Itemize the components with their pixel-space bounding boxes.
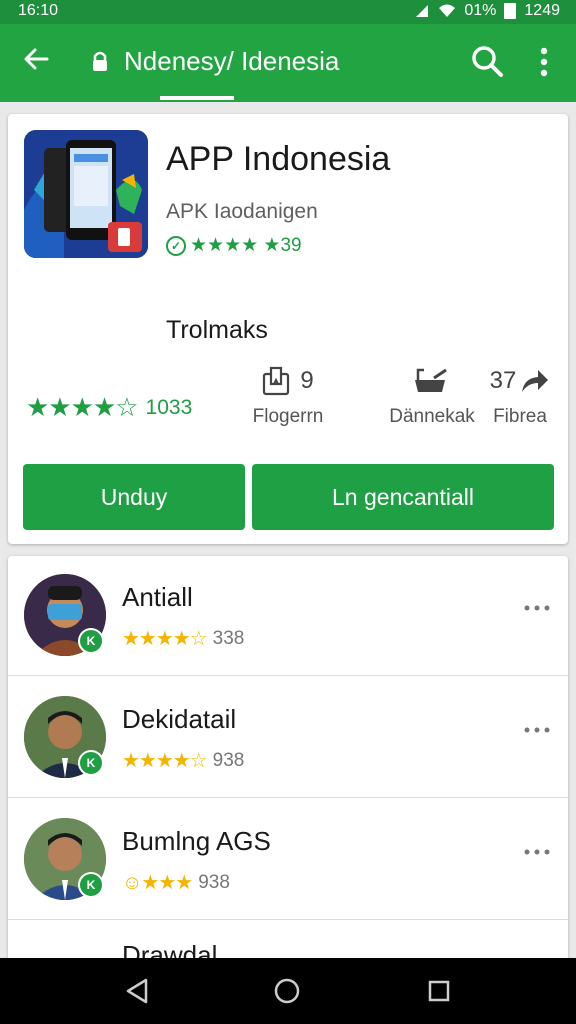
app-bar-title: Ndenesy/ Idenesia bbox=[124, 46, 340, 76]
verified-badge-icon: K bbox=[78, 750, 104, 776]
review-author: Bumlng AGS bbox=[122, 826, 271, 856]
review-count: 938 bbox=[198, 871, 230, 893]
more-options-icon[interactable] bbox=[522, 722, 552, 738]
rating-block: ★★★★☆ 1033 bbox=[26, 392, 192, 423]
more-options-icon[interactable] bbox=[522, 844, 552, 860]
lock-icon bbox=[93, 51, 107, 71]
section-title: Trolmaks bbox=[166, 316, 268, 344]
review-rating: ★★★★☆ 938 bbox=[122, 748, 244, 773]
app-developer[interactable]: APK Iaodanigen bbox=[166, 200, 318, 224]
review-item[interactable]: K Bumlng AGS ☺★★★ 938 bbox=[8, 800, 568, 920]
stat-bookmark-number: 9 bbox=[300, 367, 314, 394]
wifi-icon bbox=[439, 4, 456, 17]
stat-bath-label: Dännekak bbox=[389, 406, 475, 427]
stat-item-bookmark[interactable]: 9 Flogerrn bbox=[244, 364, 332, 428]
system-nav-bar bbox=[0, 958, 576, 1024]
star-rating-icon: ☺★★★ bbox=[122, 872, 193, 894]
battery-percent: 01% bbox=[464, 2, 497, 19]
review-author: Dekidatail bbox=[122, 704, 237, 734]
app-icon bbox=[24, 130, 148, 258]
status-time: 16:10 bbox=[18, 2, 59, 19]
star-rating-icon: ★★★★☆ bbox=[122, 628, 208, 650]
verified-badge-icon: K bbox=[78, 628, 104, 654]
share-icon bbox=[522, 370, 549, 392]
rating-count: 1033 bbox=[145, 395, 193, 419]
back-arrow-icon[interactable] bbox=[18, 44, 54, 80]
review-item[interactable]: K Dekidatail ★★★★☆ 938 bbox=[8, 678, 568, 798]
open-button[interactable]: Ln gencantiall bbox=[252, 464, 554, 530]
nav-recents-icon[interactable] bbox=[424, 976, 454, 1006]
stat-item-bath[interactable]: Dännekak bbox=[384, 364, 480, 428]
stat-item-share[interactable]: 37 Fibrea bbox=[482, 364, 558, 428]
review-author: Antiall bbox=[122, 582, 193, 612]
app-name: APP Indonesia bbox=[166, 140, 391, 178]
nav-home-icon[interactable] bbox=[272, 976, 302, 1006]
rating-stars-icon: ★★★★☆ bbox=[26, 392, 139, 422]
stat-share-label: Fibrea bbox=[493, 406, 547, 427]
reviews-list: K Antiall ★★★★☆ 338 K Dekidatail ★★★★☆ 9… bbox=[8, 556, 568, 966]
overflow-menu-icon[interactable] bbox=[528, 42, 560, 82]
search-icon[interactable] bbox=[468, 42, 506, 80]
star-rating-icon: ★★★★☆ bbox=[122, 750, 208, 772]
app-badge-text: ★★★★ ★39 bbox=[190, 235, 302, 256]
bookmark-icon bbox=[263, 366, 290, 396]
more-options-icon[interactable] bbox=[522, 600, 552, 616]
review-rating: ☺★★★ 938 bbox=[122, 870, 230, 895]
stat-share-number: 37 bbox=[489, 367, 517, 394]
nav-back-icon[interactable] bbox=[122, 976, 152, 1006]
app-detail-card: APP Indonesia APK Iaodanigen ✓ ★★★★ ★39 … bbox=[8, 114, 568, 544]
verified-badge-icon: K bbox=[78, 872, 104, 898]
status-bar: 16:10 01% 1249 bbox=[0, 0, 576, 24]
review-count: 338 bbox=[212, 627, 245, 649]
bath-icon bbox=[415, 368, 447, 392]
status-icons: 01% 1249 bbox=[414, 2, 560, 20]
stat-bookmark-label: Flogerrn bbox=[252, 406, 324, 427]
install-button[interactable]: Unduy bbox=[23, 464, 245, 530]
review-item[interactable]: K Antiall ★★★★☆ 338 bbox=[8, 556, 568, 676]
battery-icon bbox=[504, 3, 517, 19]
app-badge-row: ✓ ★★★★ ★39 bbox=[166, 234, 302, 257]
verified-badge-icon: ✓ bbox=[166, 235, 186, 256]
status-clock: 1249 bbox=[524, 2, 560, 19]
review-count: 938 bbox=[212, 749, 245, 771]
tab-indicator bbox=[160, 96, 234, 100]
review-rating: ★★★★☆ 338 bbox=[122, 626, 244, 651]
app-bar: Ndenesy/ Idenesia bbox=[0, 24, 576, 102]
signal-icon bbox=[416, 5, 429, 17]
